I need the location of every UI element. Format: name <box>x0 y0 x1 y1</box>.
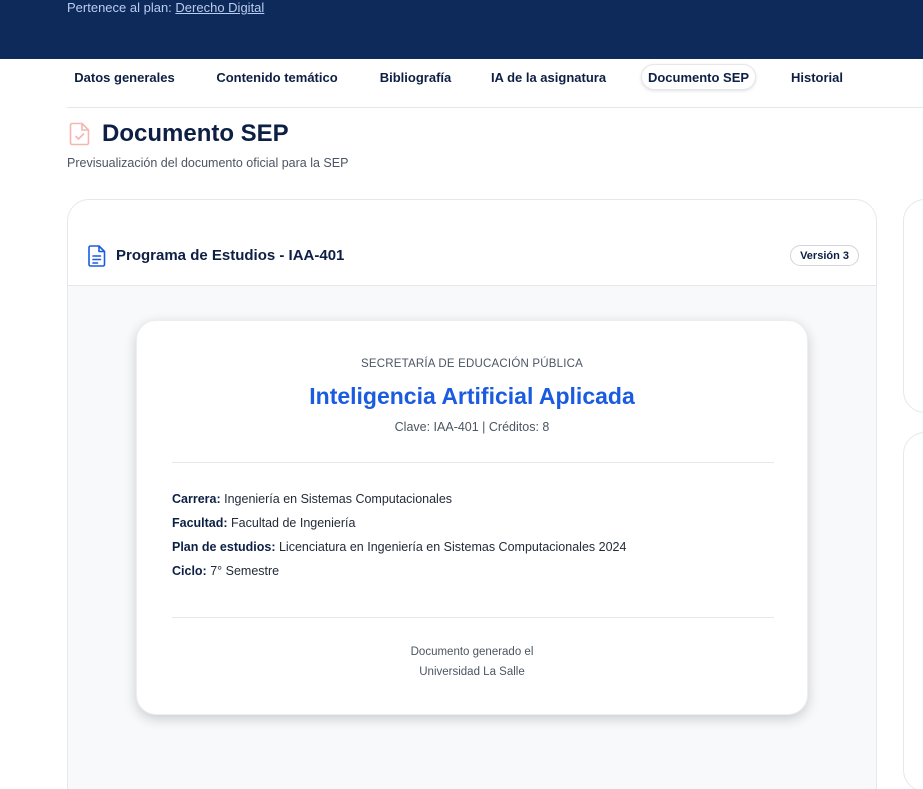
side-card-top <box>903 199 923 413</box>
field-facultad: Facultad: Facultad de Ingeniería <box>172 516 355 530</box>
tab-documento-sep[interactable]: Documento SEP <box>641 64 756 90</box>
tab-ia-asignatura[interactable]: IA de la asignatura <box>483 64 614 90</box>
divider <box>172 462 774 463</box>
plan-link[interactable]: Derecho Digital <box>175 0 264 15</box>
plan-info: Pertenece al plan: Derecho Digital <box>67 0 264 15</box>
field-ciclo: Ciclo: 7° Semestre <box>172 564 279 578</box>
course-name: Inteligencia Artificial Aplicada <box>309 383 635 409</box>
field-value: Licenciatura en Ingeniería en Sistemas C… <box>278 540 627 554</box>
tab-contenido-tematico[interactable]: Contenido temático <box>205 64 349 90</box>
field-plan-estudios: Plan de estudios: Licenciatura en Ingeni… <box>172 540 626 554</box>
field-label: Plan de estudios: <box>172 540 276 554</box>
plan-prefix: Pertenece al plan: <box>67 0 172 15</box>
tab-bar: Datos generales Contenido temático Bibli… <box>67 59 923 108</box>
document-preview-card: Programa de Estudios - IAA-401 Versión 3… <box>67 199 877 789</box>
document-check-icon <box>69 122 90 146</box>
tab-bibliografia[interactable]: Bibliografía <box>372 64 459 90</box>
card-header: Programa de Estudios - IAA-401 Versión 3 <box>68 200 876 286</box>
card-title: Programa de Estudios - IAA-401 <box>116 247 345 264</box>
field-label: Carrera: <box>172 492 221 506</box>
page-title: Documento SEP <box>102 120 289 147</box>
tab-historial[interactable]: Historial <box>781 64 853 90</box>
field-label: Facultad: <box>172 516 228 530</box>
divider <box>172 617 774 618</box>
version-badge: Versión 3 <box>790 245 859 266</box>
course-clave-creditos: Clave: IAA-401 | Créditos: 8 <box>394 420 550 434</box>
field-carrera: Carrera: Ingeniería en Sistemas Computac… <box>172 492 452 506</box>
field-value: 7° Semestre <box>210 564 280 578</box>
footer-university: Universidad La Salle <box>419 666 525 678</box>
sep-document: SECRETARÍA DE EDUCACIÓN PÚBLICA Intelige… <box>136 320 808 715</box>
top-banner: Pertenece al plan: Derecho Digital <box>0 0 923 59</box>
footer-generated: Documento generado el <box>410 646 534 658</box>
field-value: Ingeniería en Sistemas Computacionales <box>224 492 453 506</box>
institution-name: SECRETARÍA DE EDUCACIÓN PÚBLICA <box>361 358 583 370</box>
field-value: Facultad de Ingeniería <box>231 516 356 530</box>
document-text-icon <box>88 245 106 267</box>
page-subtitle: Previsualización del documento oficial p… <box>67 156 349 170</box>
tab-datos-generales[interactable]: Datos generales <box>67 64 182 90</box>
side-card-bottom <box>903 432 923 789</box>
field-label: Ciclo: <box>172 564 207 578</box>
